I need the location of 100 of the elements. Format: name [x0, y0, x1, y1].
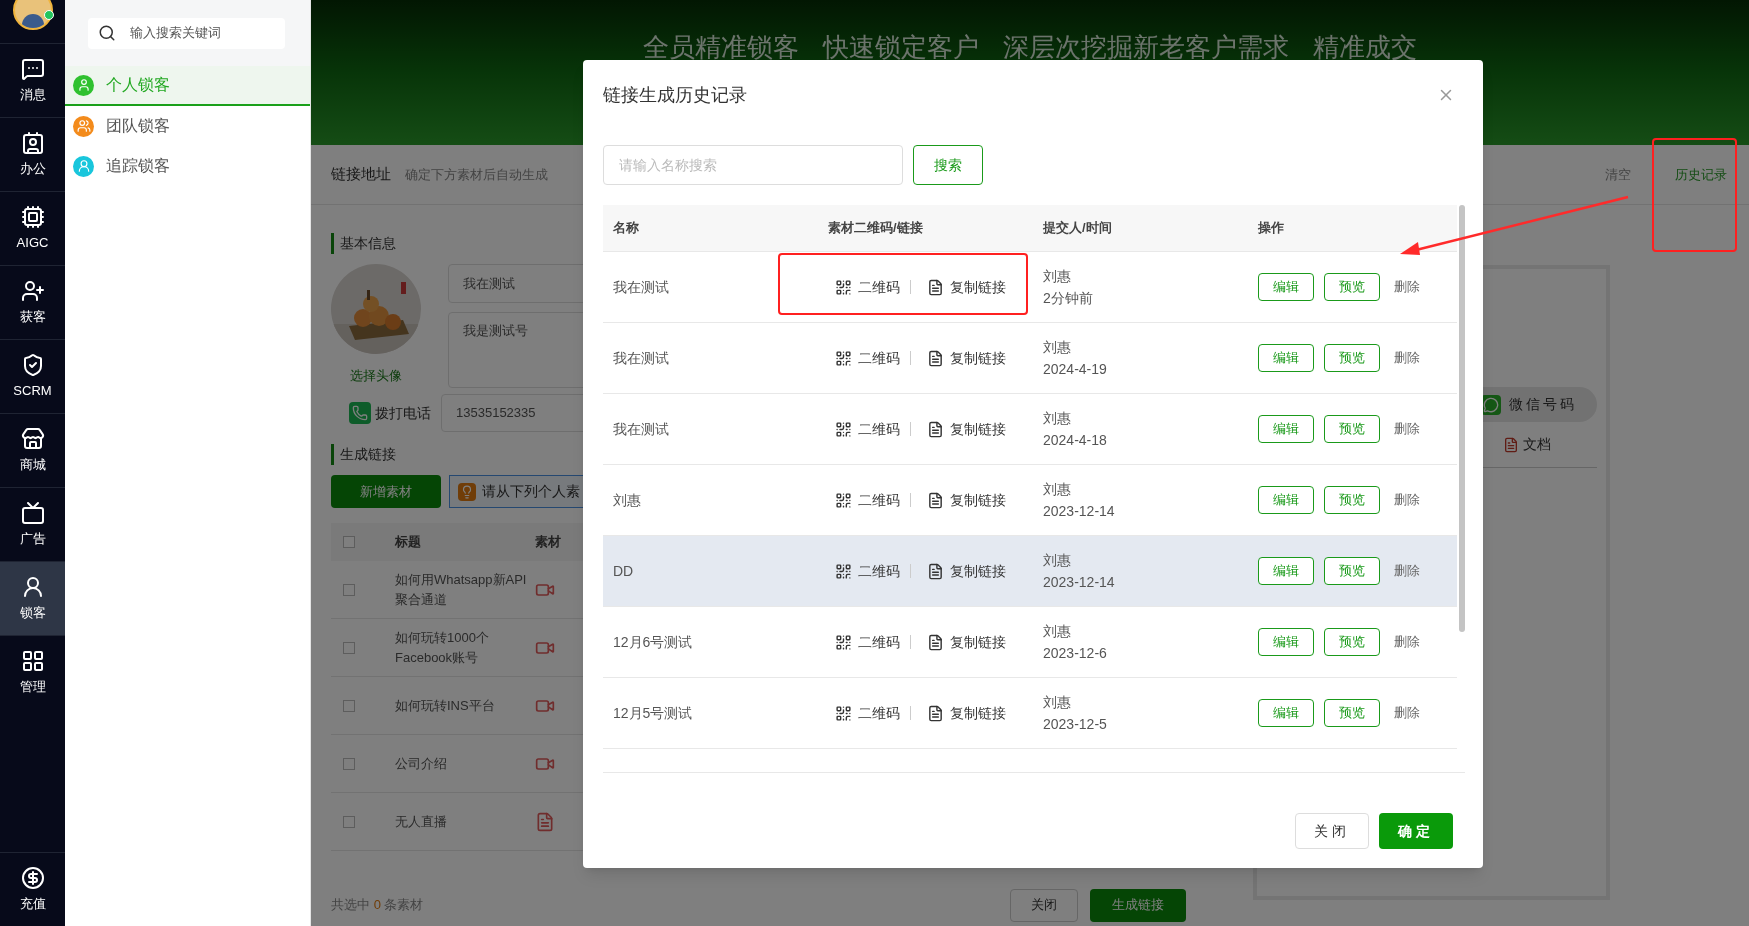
document-icon [927, 420, 944, 438]
column-header: 素材 [535, 533, 561, 552]
row-name: 刘惠 [613, 491, 641, 508]
copy-link[interactable]: 复制链接 [927, 631, 1006, 653]
preview-button[interactable]: 预览 [1324, 486, 1380, 514]
submit-time: 2分钟前 [1043, 289, 1094, 308]
checkbox[interactable] [343, 815, 355, 828]
copy-link[interactable]: 复制链接 [927, 276, 1006, 298]
submitter-name: 刘惠 [1043, 338, 1072, 357]
checkbox[interactable] [343, 757, 355, 770]
sidebar-item[interactable]: 团队锁客 [65, 106, 310, 146]
copy-link[interactable]: 复制链接 [927, 560, 1006, 582]
delete-link[interactable]: 删除 [1394, 490, 1420, 510]
row-name: 我在测试 [613, 278, 669, 295]
rail-icon [20, 500, 45, 525]
qr-code-link[interactable]: 二维码 [835, 702, 900, 724]
rail-icon [20, 56, 45, 81]
qr-code-link[interactable]: 二维码 [835, 347, 900, 369]
document-icon [927, 633, 944, 651]
document-icon [927, 278, 944, 296]
edit-button[interactable]: 编辑 [1258, 273, 1314, 301]
delete-link[interactable]: 删除 [1394, 632, 1420, 652]
copy-link[interactable]: 复制链接 [927, 702, 1006, 724]
document-icon [927, 562, 944, 580]
preview-button[interactable]: 预览 [1324, 699, 1380, 727]
qr-code-icon [835, 420, 852, 438]
rail-icon [20, 426, 45, 451]
rail-icon [20, 130, 45, 155]
link-label: 链接地址 [331, 164, 391, 185]
qr-code-icon [835, 278, 852, 296]
edit-button[interactable]: 编辑 [1258, 699, 1314, 727]
copy-link[interactable]: 复制链接 [927, 347, 1006, 369]
submitter-name: 刘惠 [1043, 551, 1072, 570]
confirm-button[interactable]: 确定 [1379, 813, 1453, 849]
edit-button[interactable]: 编辑 [1258, 486, 1314, 514]
copy-link[interactable]: 复制链接 [927, 418, 1006, 440]
recharge-icon [20, 865, 45, 890]
user-avatar[interactable] [12, 0, 53, 30]
edit-button[interactable]: 编辑 [1258, 557, 1314, 585]
qr-code-link[interactable]: 二维码 [835, 489, 900, 511]
qr-code-link[interactable]: 二维码 [835, 560, 900, 582]
material-title: 如何用Whatsapp新API聚合通道 [395, 570, 528, 609]
row-name: DD [613, 562, 634, 579]
search-field[interactable]: 输入搜索关键词 [88, 17, 285, 49]
checkbox[interactable] [343, 536, 355, 548]
edit-button[interactable]: 编辑 [1258, 415, 1314, 443]
column-header: 提交人/时间 [1043, 220, 1112, 236]
choose-avatar-link[interactable]: 选择头像 [350, 366, 402, 386]
search-input[interactable]: 输入搜索关键词 [130, 23, 270, 43]
column-header: 操作 [1258, 220, 1284, 236]
qr-code-link[interactable]: 二维码 [835, 276, 900, 298]
delete-link[interactable]: 删除 [1394, 561, 1420, 581]
qr-code-icon [835, 349, 852, 367]
qr-code-link[interactable]: 二维码 [835, 418, 900, 440]
rail-item[interactable]: 锁客 [0, 561, 65, 635]
preview-button[interactable]: 预览 [1324, 628, 1380, 656]
edit-button[interactable]: 编辑 [1258, 628, 1314, 656]
search-button[interactable]: 搜索 [913, 145, 983, 185]
row-name: 12月6号测试 [613, 633, 693, 650]
close-button[interactable]: 关闭 [1010, 888, 1079, 922]
copy-link[interactable]: 复制链接 [927, 489, 1006, 511]
bulb-icon [458, 482, 476, 501]
banner-slogan: 快速锁定客户 [823, 34, 979, 60]
preview-button[interactable]: 预览 [1324, 415, 1380, 443]
preview-button[interactable]: 预览 [1324, 344, 1380, 372]
submit-time: 2024-4-19 [1043, 360, 1108, 379]
submit-time: 2023-12-14 [1043, 573, 1116, 592]
material-title: 如何玩转1000个Facebook账号 [395, 628, 490, 667]
checkbox[interactable] [343, 641, 355, 654]
delete-link[interactable]: 删除 [1394, 703, 1420, 723]
document-icon [927, 704, 944, 722]
checkbox[interactable] [343, 699, 355, 712]
edit-button[interactable]: 编辑 [1258, 344, 1314, 372]
sidebar-item[interactable]: 追踪锁客 [65, 146, 310, 186]
banner-slogan: 全员精准锁客 [643, 34, 799, 60]
submitter-name: 刘惠 [1043, 622, 1072, 641]
checkbox[interactable] [343, 583, 355, 596]
column-header: 名称 [613, 220, 639, 236]
link-hint: 确定下方素材后自动生成 [405, 165, 548, 184]
submitter-name: 刘惠 [1043, 480, 1072, 499]
material-title: 无人直播 [395, 812, 448, 831]
document-icon [927, 349, 944, 367]
submitter-name: 刘惠 [1043, 409, 1072, 428]
scrollbar[interactable] [1459, 205, 1465, 632]
rail-icon [20, 278, 45, 303]
document-icon [927, 491, 944, 509]
dialog-title: 链接生成历史记录 [603, 83, 747, 107]
delete-link[interactable]: 删除 [1394, 419, 1420, 439]
submit-time: 2023-12-14 [1043, 502, 1116, 521]
cancel-button[interactable]: 关闭 [1295, 813, 1369, 849]
delete-link[interactable]: 删除 [1394, 277, 1420, 297]
pdf-icon [535, 811, 555, 832]
rail-icon [20, 204, 45, 229]
name-search-field[interactable]: 请输入名称搜索 [603, 145, 903, 185]
preview-button[interactable]: 预览 [1324, 557, 1380, 585]
submit-time: 2023-12-6 [1043, 644, 1108, 663]
preview-button[interactable]: 预览 [1324, 273, 1380, 301]
delete-link[interactable]: 删除 [1394, 348, 1420, 368]
qr-code-link[interactable]: 二维码 [835, 631, 900, 653]
submitter-name: 刘惠 [1043, 267, 1072, 286]
